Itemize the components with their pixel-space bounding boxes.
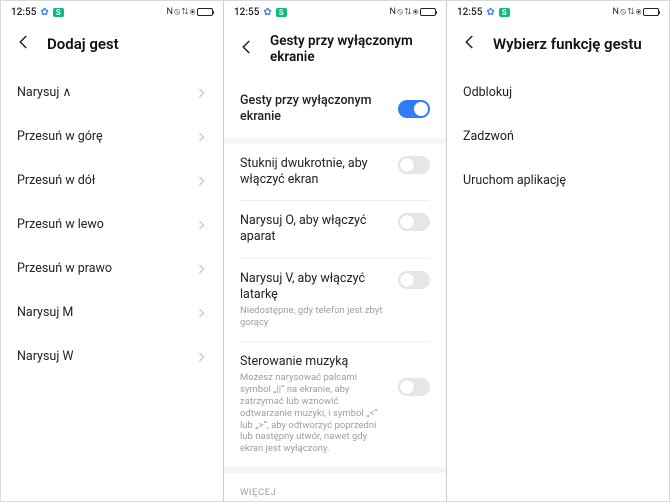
toggle-switch[interactable] xyxy=(398,213,430,231)
list-item[interactable]: Narysuj W xyxy=(1,335,223,379)
battery-icon xyxy=(197,8,213,16)
setting-row[interactable]: Narysuj V, aby włączyć latarkę Niedostęp… xyxy=(224,259,446,341)
screen-add-gesture: 12:55 ✿ S N ⦸ ⇅ ⦿ Dodaj gest Narysuj ∧ P… xyxy=(1,1,223,501)
gear-icon: ✿ xyxy=(486,7,494,18)
list-item[interactable]: Przesuń w górę xyxy=(1,115,223,159)
header: Wybierz funkcję gestu xyxy=(447,23,669,71)
header: Dodaj gest xyxy=(1,23,223,71)
gear-icon: ✿ xyxy=(40,7,48,18)
list-item[interactable]: Narysuj ∧ xyxy=(1,71,223,115)
list-item[interactable]: Przesuń w lewo xyxy=(1,203,223,247)
master-toggle-row[interactable]: Gesty przy wyłączonym ekranie xyxy=(224,81,446,138)
chevron-right-icon xyxy=(195,84,207,103)
setting-row[interactable]: Narysuj O, aby włączyć aparat xyxy=(224,201,446,258)
toggle-switch[interactable] xyxy=(398,378,430,396)
back-icon[interactable] xyxy=(238,38,256,60)
screen-choose-function: 12:55 ✿ S N ⦸ ⇅ ⦿ Wybierz funkcję gestu … xyxy=(447,1,669,501)
screen-screen-off-gestures: 12:55 ✿ S N ⦸ ⇅ ⦿ Gesty przy wyłączonym … xyxy=(224,1,446,501)
battery-icon xyxy=(420,8,436,16)
status-time: 12:55 xyxy=(11,7,36,18)
list-item[interactable]: Przesuń w dół xyxy=(1,159,223,203)
status-right-icons: N ⦸ ⇅ ⦿ xyxy=(612,7,659,17)
section-label: WIĘCEJ xyxy=(224,473,446,501)
back-icon[interactable] xyxy=(461,33,479,55)
chevron-right-icon xyxy=(195,348,207,367)
battery-icon xyxy=(643,8,659,16)
page-title: Gesty przy wyłączonym ekranie xyxy=(270,33,432,65)
status-right-icons: N ⦸ ⇅ ⦿ xyxy=(166,7,213,17)
status-time: 12:55 xyxy=(457,7,482,18)
list-item[interactable]: Zadzwoń xyxy=(447,115,669,159)
toggle-switch[interactable] xyxy=(398,100,430,118)
chevron-right-icon xyxy=(195,304,207,323)
page-title: Wybierz funkcję gestu xyxy=(493,35,642,53)
gear-icon: ✿ xyxy=(263,7,271,18)
setting-row[interactable]: Stuknij dwukrotnie, aby włączyć ekran xyxy=(224,144,446,201)
chevron-right-icon xyxy=(195,172,207,191)
status-bar: 12:55 ✿ S N ⦸ ⇅ ⦿ xyxy=(224,1,446,23)
status-badge: S xyxy=(499,8,510,17)
list-item[interactable]: Uruchom aplikację xyxy=(447,159,669,203)
chevron-right-icon xyxy=(195,216,207,235)
header: Gesty przy wyłączonym ekranie xyxy=(224,23,446,81)
toggle-switch[interactable] xyxy=(398,156,430,174)
function-list: Odblokuj Zadzwoń Uruchom aplikację xyxy=(447,71,669,501)
page-title: Dodaj gest xyxy=(47,35,119,53)
status-bar: 12:55 ✿ S N ⦸ ⇅ ⦿ xyxy=(1,1,223,23)
setting-row[interactable]: Sterowanie muzyką Możesz narysować palca… xyxy=(224,342,446,467)
status-badge: S xyxy=(276,8,287,17)
gesture-list: Narysuj ∧ Przesuń w górę Przesuń w dół P… xyxy=(1,71,223,501)
status-right-icons: N ⦸ ⇅ ⦿ xyxy=(389,7,436,17)
list-item[interactable]: Przesuń w prawo xyxy=(1,247,223,291)
status-time: 12:55 xyxy=(234,7,259,18)
back-icon[interactable] xyxy=(15,33,33,55)
chevron-right-icon xyxy=(195,260,207,279)
toggle-switch[interactable] xyxy=(398,271,430,289)
chevron-right-icon xyxy=(195,128,207,147)
list-item[interactable]: Odblokuj xyxy=(447,71,669,115)
list-item[interactable]: Narysuj M xyxy=(1,291,223,335)
status-bar: 12:55 ✿ S N ⦸ ⇅ ⦿ xyxy=(447,1,669,23)
status-badge: S xyxy=(53,8,64,17)
